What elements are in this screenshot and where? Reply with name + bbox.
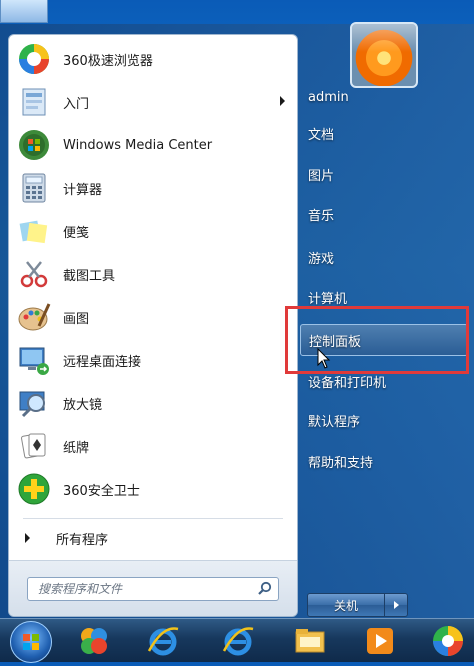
snipping-tool-icon (17, 257, 51, 291)
360-browser-icon (17, 42, 51, 76)
program-item-sticky-notes[interactable]: 便笺 (13, 211, 293, 251)
annotation-highlight-box (285, 306, 469, 374)
submenu-arrow-icon (280, 96, 285, 106)
program-item-solitaire[interactable]: 纸牌 (13, 426, 293, 466)
program-label: 截图工具 (63, 268, 116, 284)
program-label: 便笺 (63, 225, 90, 241)
games-link[interactable]: 游戏 (308, 244, 334, 270)
getting-started-icon (17, 85, 51, 119)
paint-icon (17, 300, 51, 334)
start-orb-icon[interactable] (10, 621, 52, 663)
music-link[interactable]: 音乐 (308, 201, 334, 227)
program-item-calculator[interactable]: 计算器 (13, 168, 293, 208)
ie-browser-icon[interactable] (145, 623, 181, 659)
user-picture-icon[interactable] (350, 22, 418, 88)
program-item-360-browser[interactable]: 360极速浏览器 (13, 39, 293, 79)
search-icon[interactable] (257, 581, 272, 596)
program-item-paint[interactable]: 画图 (13, 297, 293, 337)
chevron-right-icon (393, 601, 399, 609)
divider (23, 518, 283, 519)
search-area (9, 560, 297, 616)
360-taskbar-icon[interactable] (76, 623, 112, 659)
program-label: 360极速浏览器 (63, 53, 153, 69)
windows-media-center-icon (17, 128, 51, 162)
program-label: 计算器 (63, 182, 103, 198)
program-label: 远程桌面连接 (63, 354, 142, 370)
ie-browser-icon[interactable] (220, 623, 256, 659)
program-label: 放大镜 (63, 397, 103, 413)
media-player-icon[interactable] (362, 623, 398, 659)
program-item-windows-media-center[interactable]: Windows Media Center (13, 125, 293, 165)
all-programs-button[interactable]: 所有程序 (19, 525, 108, 551)
program-label: 纸牌 (63, 440, 90, 456)
taskbar (0, 618, 474, 663)
user-name-link[interactable]: admin (308, 84, 349, 110)
360-safe-icon (17, 472, 51, 506)
remote-desktop-icon (17, 343, 51, 377)
calculator-icon (17, 171, 51, 205)
magnifier-icon (17, 386, 51, 420)
program-item-snipping-tool[interactable]: 截图工具 (13, 254, 293, 294)
documents-link[interactable]: 文档 (308, 120, 334, 146)
search-input[interactable] (36, 581, 256, 597)
search-box (27, 577, 279, 601)
program-label: 360安全卫士 (63, 483, 140, 499)
help-support-link[interactable]: 帮助和支持 (308, 448, 373, 474)
program-item-magnifier[interactable]: 放大镜 (13, 383, 293, 423)
program-item-remote-desktop[interactable]: 远程桌面连接 (13, 340, 293, 380)
programs-panel: 360极速浏览器 入门 Windows Media Center 计算器 便笺 … (8, 34, 298, 617)
shutdown-options-button[interactable] (385, 593, 408, 617)
solitaire-icon (17, 429, 51, 463)
program-item-getting-started[interactable]: 入门 (13, 82, 293, 122)
file-explorer-icon[interactable] (292, 623, 328, 659)
pictures-link[interactable]: 图片 (308, 161, 334, 187)
shutdown-group: 关机 (307, 593, 408, 617)
mouse-cursor-icon (317, 348, 331, 369)
expand-arrow-icon (25, 533, 30, 543)
default-programs-link[interactable]: 默认程序 (308, 407, 360, 433)
all-programs-label: 所有程序 (56, 532, 109, 548)
program-label: 入门 (63, 96, 90, 112)
program-label: 画图 (63, 311, 90, 327)
sticky-notes-icon (17, 214, 51, 248)
desktop-computer-icon[interactable] (0, 0, 48, 23)
360-browser-icon[interactable] (430, 623, 466, 659)
program-label: Windows Media Center (63, 137, 213, 153)
shutdown-button[interactable]: 关机 (307, 593, 385, 617)
program-item-360-safe[interactable]: 360安全卫士 (13, 469, 293, 509)
